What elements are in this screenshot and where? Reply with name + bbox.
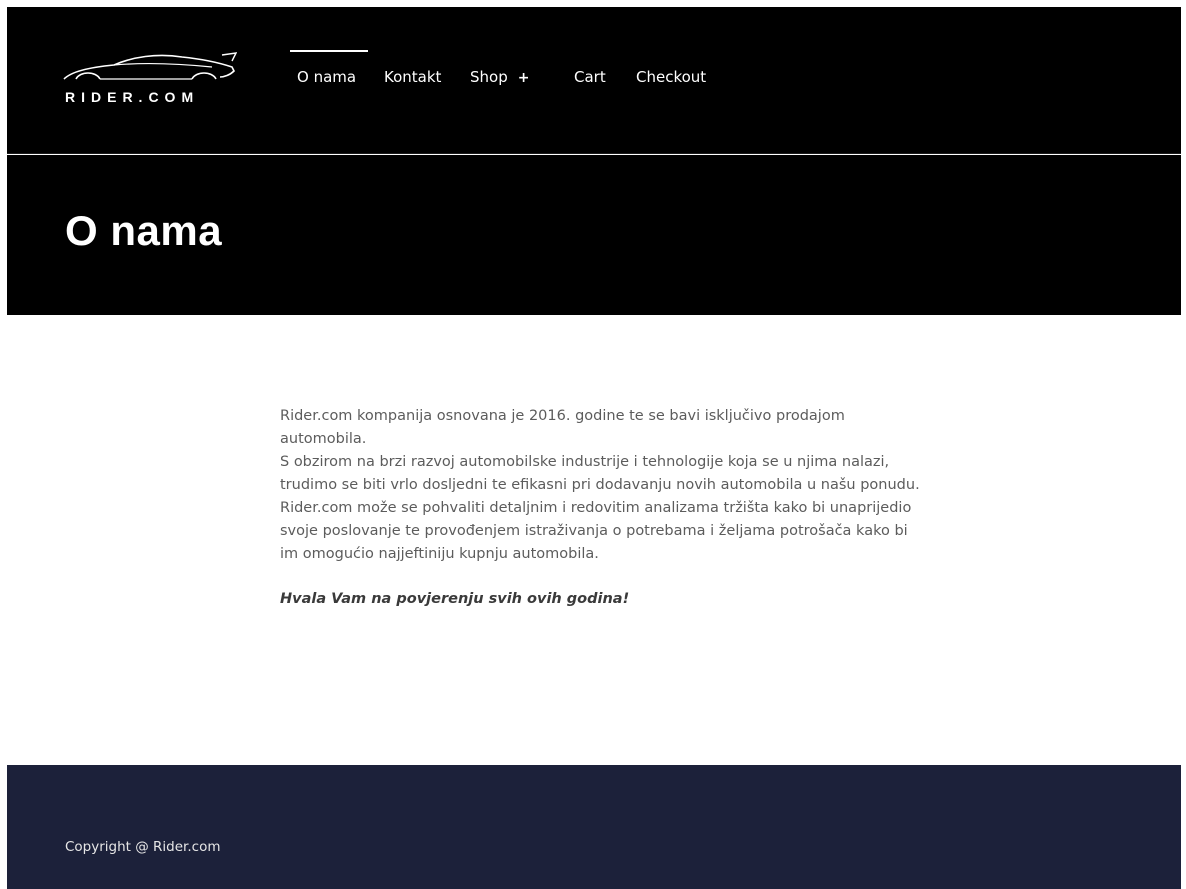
- nav-item-label: O nama: [297, 68, 357, 86]
- nav-item-kontakt[interactable]: Kontakt: [384, 50, 441, 104]
- thanks-message: Hvala Vam na povjerenju svih ovih godina…: [280, 591, 630, 607]
- page: RIDER.COM O nama Kontakt Shop + Cart Chec…: [7, 7, 1181, 889]
- plus-icon[interactable]: +: [518, 70, 530, 86]
- about-paragraph: S obzirom na brzi razvoj automobilske in…: [280, 454, 920, 493]
- nav-item-label: Shop: [470, 68, 508, 86]
- nav-item-label: Checkout: [636, 68, 707, 86]
- site-footer: Copyright @ Rider.com: [7, 765, 1181, 889]
- car-logo-icon: [63, 52, 237, 80]
- nav-item-checkout[interactable]: Checkout: [636, 50, 706, 104]
- site-header: RIDER.COM O nama Kontakt Shop + Cart Chec…: [7, 7, 1181, 154]
- copyright-text: Copyright @ Rider.com: [65, 839, 221, 855]
- page-title: O nama: [65, 207, 223, 254]
- logo-text: RIDER.COM: [65, 89, 200, 105]
- about-paragraph: Rider.com može se pohvaliti detaljnim i …: [280, 500, 912, 562]
- about-content: Rider.com kompanija osnovana je 2016. go…: [280, 405, 920, 611]
- page-title-band: O nama: [7, 155, 1181, 315]
- nav-item-cart[interactable]: Cart: [574, 50, 606, 104]
- nav-item-shop[interactable]: Shop +: [470, 50, 529, 104]
- site-logo[interactable]: RIDER.COM: [62, 49, 237, 105]
- about-paragraph: Rider.com kompanija osnovana je 2016. go…: [280, 408, 845, 447]
- nav-item-label: Kontakt: [384, 68, 442, 86]
- nav-item-label: Cart: [574, 68, 606, 86]
- nav-item-o-nama[interactable]: O nama: [289, 50, 369, 104]
